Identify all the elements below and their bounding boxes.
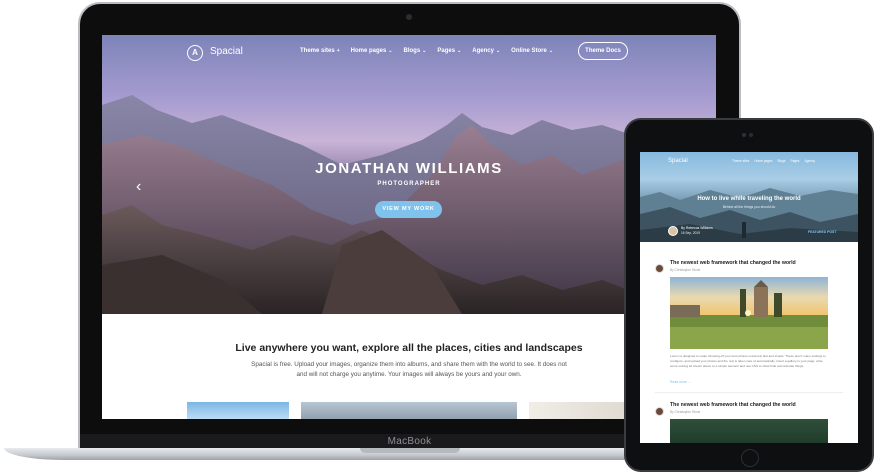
tablet-screen: Spacial Theme sites Home pages Blogs Pag… <box>640 152 858 443</box>
tablet-hero-date: 16 Sep, 2019 <box>681 231 700 235</box>
logo-text[interactable]: Spacial <box>210 46 243 57</box>
tablet-logo-text[interactable]: Spacial <box>668 158 688 164</box>
nav-item-agency[interactable]: Agency ⌄ <box>472 48 500 54</box>
tablet-nav-item[interactable]: Agency <box>804 159 815 163</box>
tablet-hero-title[interactable]: How to live while traveling the world <box>640 196 858 202</box>
avatar <box>655 407 664 416</box>
tablet-hero-author: By Rebecca Williams <box>681 226 713 230</box>
tablet-hero: Spacial Theme sites Home pages Blogs Pag… <box>640 152 858 242</box>
tablet-nav-menu: Theme sites Home pages Blogs Pages Agenc… <box>732 159 815 163</box>
church-sunset-image <box>670 277 828 349</box>
post-author: By Christopher Stone <box>670 268 701 272</box>
post-title[interactable]: The newest web framework that changed th… <box>670 260 796 266</box>
laptop-camera <box>406 14 412 20</box>
nav-item-home-pages[interactable]: Home pages ⌄ <box>351 48 393 54</box>
plus-icon: + <box>336 48 340 54</box>
tablet-camera <box>742 133 746 137</box>
avatar <box>668 226 678 236</box>
chevron-down-icon: ⌄ <box>422 48 427 54</box>
post-image[interactable] <box>670 419 828 443</box>
post-divider <box>655 392 843 393</box>
gallery-thumbnail[interactable] <box>187 402 289 419</box>
read-more-link[interactable]: Read more → <box>670 380 691 384</box>
tablet-nav-item[interactable]: Theme sites <box>732 159 749 163</box>
view-my-work-button[interactable]: VIEW MY WORK <box>375 201 442 218</box>
chevron-down-icon: ⌄ <box>457 48 462 54</box>
tablet-nav-item[interactable]: Pages <box>790 159 799 163</box>
nav-item-online-store[interactable]: Online Store ⌄ <box>511 48 553 54</box>
tablet-home-button[interactable] <box>741 449 759 467</box>
post-author: By Christopher Stone <box>670 410 701 414</box>
nav-menu: Theme sites + Home pages ⌄ Blogs ⌄ Pages ⌄ A… <box>300 48 553 54</box>
logo-icon[interactable]: A <box>187 45 203 61</box>
nav-item-pages[interactable]: Pages ⌄ <box>437 48 461 54</box>
post-excerpt: Lorem is designed to make throwing off y… <box>670 354 826 368</box>
tablet-hero-subtitle: Behind all the things you should do <box>722 205 776 209</box>
avatar <box>655 264 664 273</box>
post-title[interactable]: The newest web framework that changed th… <box>670 402 796 408</box>
tablet-sensor <box>749 133 753 137</box>
post-image[interactable] <box>670 277 828 349</box>
chevron-down-icon: ⌄ <box>495 48 501 54</box>
chevron-down-icon: ⌄ <box>388 48 393 54</box>
section-text: Spacial is free. Upload your images, org… <box>251 361 567 378</box>
theme-docs-button[interactable]: Theme Docs <box>578 42 628 60</box>
featured-post-badge: FEATURED POST <box>808 230 837 234</box>
nav-item-theme-sites[interactable]: Theme sites + <box>300 48 340 54</box>
tablet-nav-item[interactable]: Home pages <box>754 159 772 163</box>
tablet-nav-item[interactable]: Blogs <box>777 159 785 163</box>
chevron-down-icon: ⌄ <box>548 48 554 54</box>
nav-item-blogs[interactable]: Blogs ⌄ <box>404 48 427 54</box>
top-navigation: A Spacial Theme sites + Home pages ⌄ Blogs… <box>102 35 716 71</box>
gallery-thumbnail[interactable] <box>301 402 517 419</box>
laptop-notch <box>360 448 460 453</box>
